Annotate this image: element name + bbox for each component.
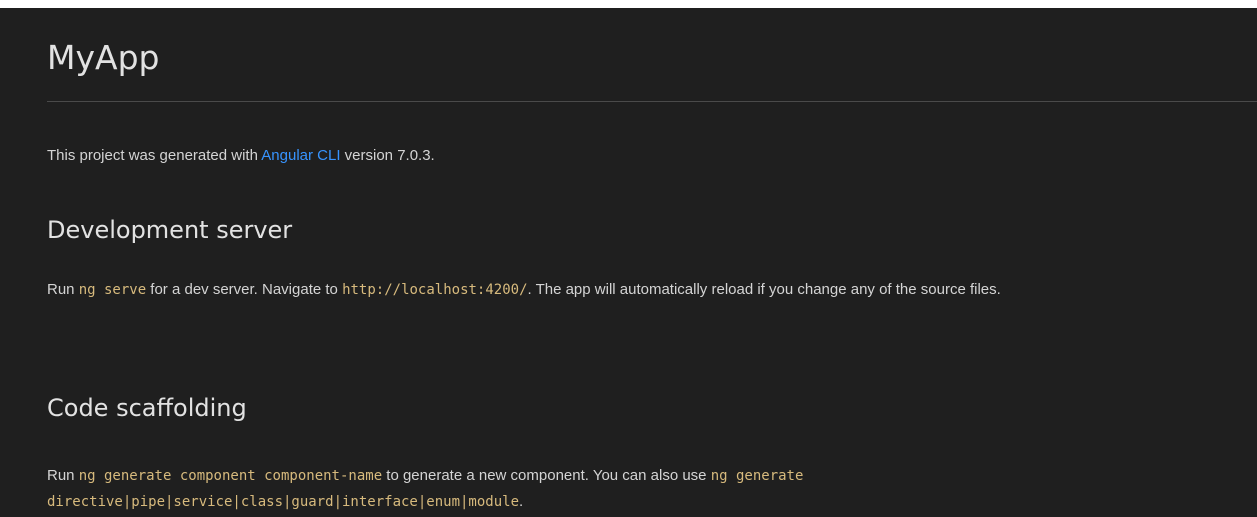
angular-cli-link[interactable]: Angular CLI (261, 147, 340, 164)
dev-server-paragraph: Run ng serve for a dev server. Navigate … (47, 277, 1257, 303)
dev-end-text: . The app will automatically reload if y… (527, 281, 1001, 298)
scaffold-mid-text: to generate a new component. You can als… (382, 467, 711, 484)
scaffolding-paragraph: Run ng generate component component-name… (47, 463, 1257, 515)
intro-paragraph: This project was generated with Angular … (47, 143, 1257, 169)
ng-serve-code: ng serve (78, 282, 147, 298)
markdown-preview: MyApp This project was generated with An… (0, 8, 1257, 517)
dev-run-text: Run (47, 281, 79, 298)
ng-generate-component-code: ng generate component component-name (78, 468, 383, 484)
dev-server-heading: Development server (47, 216, 293, 244)
page-title: MyApp (47, 38, 160, 77)
dev-mid-text: for a dev server. Navigate to (146, 281, 343, 298)
scaffold-end-text: . (519, 493, 524, 510)
code-scaffolding-heading: Code scaffolding (47, 394, 247, 422)
scaffold-run-text: Run (47, 467, 79, 484)
title-divider (47, 101, 1257, 102)
localhost-url-code: http://localhost:4200/ (342, 282, 528, 298)
intro-text-after: version 7.0.3. (340, 147, 435, 164)
intro-text-before: This project was generated with (47, 147, 262, 164)
